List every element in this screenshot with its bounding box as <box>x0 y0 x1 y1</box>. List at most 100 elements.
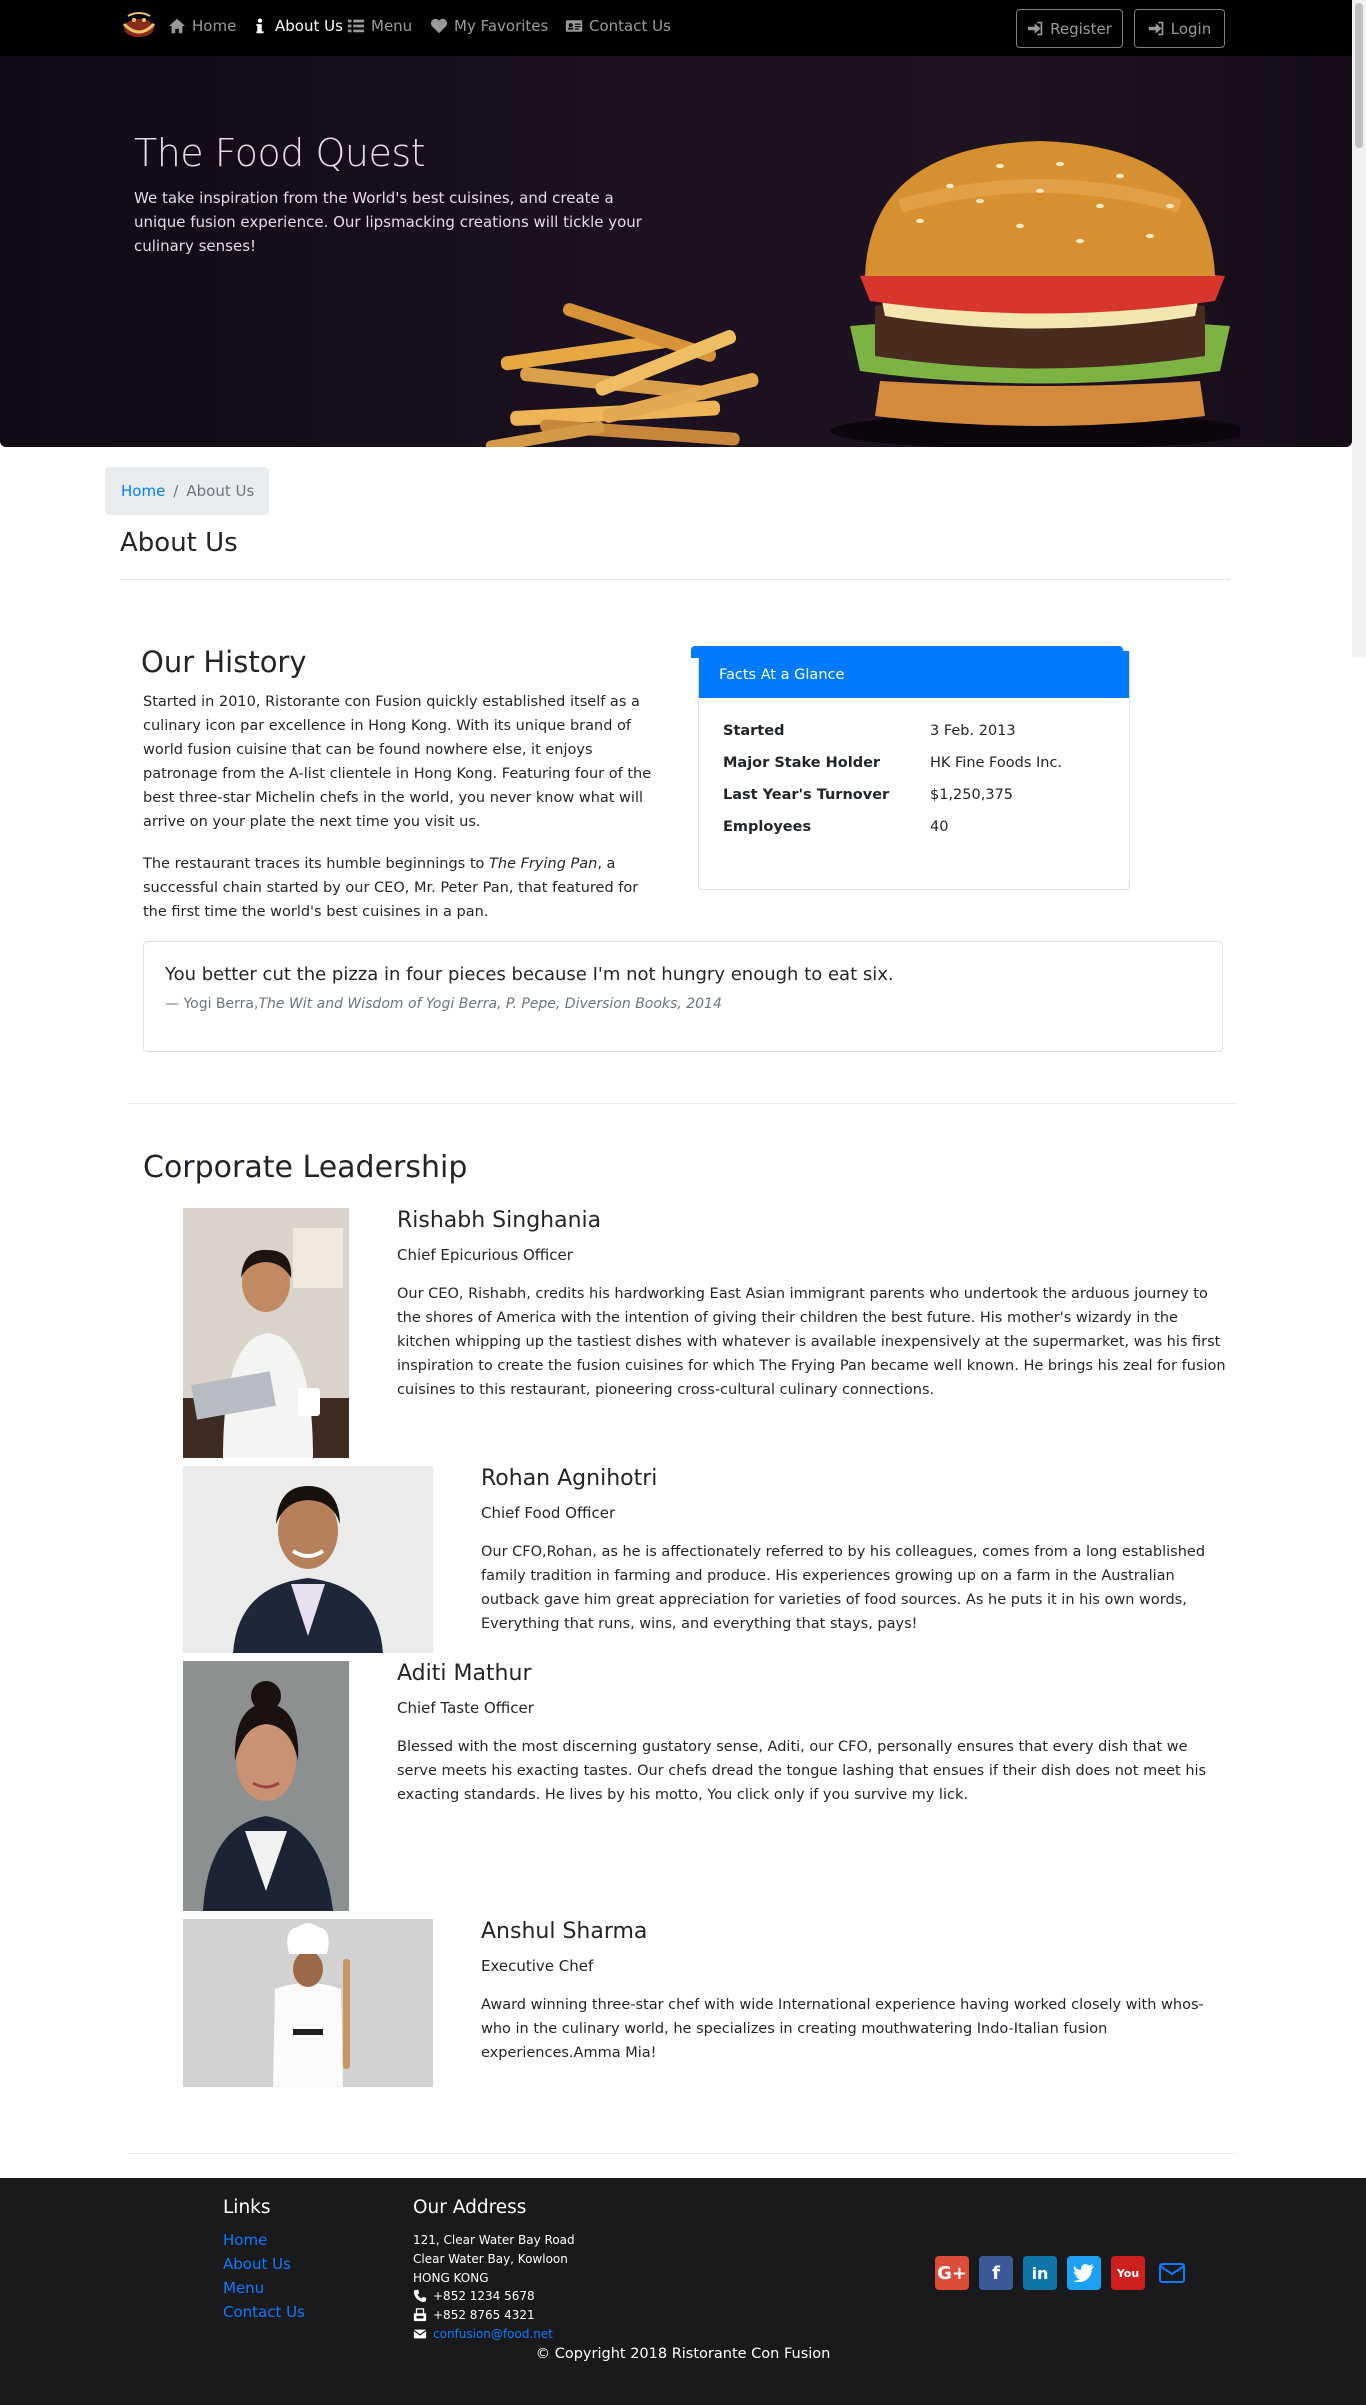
sign-in-icon <box>1027 21 1043 36</box>
footer-fax-number: +852 8765 4321 <box>433 2308 535 2322</box>
envelope-icon <box>413 2329 427 2339</box>
history-p2-italic: The Frying Pan <box>489 856 598 872</box>
home-icon <box>168 18 186 34</box>
jumbotron-title: The Food Quest <box>134 131 426 175</box>
burger-fries-image <box>485 141 1240 447</box>
info-icon <box>256 18 264 34</box>
footer-address-title: Our Address <box>413 2197 527 2218</box>
leader-photo <box>183 1466 433 1653</box>
address-line: HONG KONG <box>413 2271 489 2285</box>
address-card-icon <box>565 20 583 32</box>
address-line: Clear Water Bay, Kowloon <box>413 2252 568 2266</box>
leader-bio: Our CEO, Rishabh, credits his hardworkin… <box>397 1286 1226 1398</box>
register-label: Register <box>1050 19 1112 38</box>
quote-footer: — Yogi Berra,The Wit and Wisdom of Yogi … <box>165 996 722 1012</box>
history-title: Our History <box>141 645 307 679</box>
fact-label: Started <box>723 723 785 739</box>
footer-links-title: Links <box>223 2197 271 2218</box>
mail-glyph <box>1159 2263 1185 2283</box>
nav-favorites[interactable]: My Favorites <box>430 17 548 35</box>
nav-menu[interactable]: Menu <box>347 17 412 35</box>
nav-home-label: Home <box>192 17 237 35</box>
footer-link-menu[interactable]: Menu <box>223 2279 264 2297</box>
leader-bio: Blessed with the most discerning gustato… <box>397 1739 1207 1803</box>
address-line: 121, Clear Water Bay Road <box>413 2233 575 2247</box>
nav-contact[interactable]: Contact Us <box>565 17 671 35</box>
logo-icon[interactable] <box>120 10 158 40</box>
nav-about-label: About Us <box>275 17 343 35</box>
footer-phone: +852 1234 5678 <box>413 2289 535 2303</box>
footer-link-contact[interactable]: Contact Us <box>223 2303 305 2321</box>
quote-author: — Yogi Berra, <box>165 996 259 1012</box>
footer-email: confusion@food.net <box>413 2327 553 2341</box>
leader-photo <box>183 1661 349 1911</box>
fax-icon <box>413 2308 427 2322</box>
page-title: About Us <box>120 528 238 558</box>
quote-source: The Wit and Wisdom of Yogi Berra, P. Pep… <box>258 996 722 1012</box>
sign-in-icon <box>1148 21 1164 36</box>
navbar: Home About Us Menu My Favorites Contact … <box>0 0 1352 56</box>
jumbotron: The Food Quest We take inspiration from … <box>0 56 1352 447</box>
history-paragraph-1: Started in 2010, Ristorante con Fusion q… <box>143 694 652 830</box>
facts-card-header: Facts At a Glance <box>699 651 1129 698</box>
leader-photo <box>183 1919 433 2087</box>
footer-phone-number: +852 1234 5678 <box>433 2289 535 2303</box>
breadcrumb-home[interactable]: Home <box>121 482 165 500</box>
leader-photo-rishabh <box>183 1208 349 1458</box>
nav-about[interactable]: About Us <box>251 17 343 35</box>
scrollbar-thumb[interactable] <box>1355 3 1363 148</box>
facebook-icon[interactable]: f <box>979 2256 1013 2290</box>
twitter-bird-glyph <box>1073 2264 1094 2282</box>
breadcrumb-current: About Us <box>186 482 255 500</box>
breadcrumb-separator: / <box>173 482 179 500</box>
fact-value: 40 <box>930 819 949 835</box>
fact-value: $1,250,375 <box>930 787 1014 803</box>
breadcrumb: Home / About Us <box>105 467 269 515</box>
footer-link-about[interactable]: About Us <box>223 2255 291 2273</box>
leader-name: Rishabh Singhania <box>397 1208 602 1233</box>
scrollbar[interactable] <box>1352 0 1366 657</box>
leader-bio: Our CFO,Rohan, as he is affectionately r… <box>481 1544 1206 1632</box>
leader-bio: Award winning three-star chef with wide … <box>481 1997 1204 2061</box>
leader-name: Rohan Agnihotri <box>481 1466 658 1491</box>
list-icon <box>347 19 365 33</box>
linkedin-icon[interactable]: in <box>1023 2256 1057 2290</box>
twitter-icon[interactable] <box>1067 2256 1101 2290</box>
phone-icon <box>413 2289 427 2303</box>
leader-role: Chief Epicurious Officer <box>397 1246 573 1264</box>
footer-link-home[interactable]: Home <box>223 2231 267 2249</box>
quote-text: You better cut the pizza in four pieces … <box>165 964 894 985</box>
fries <box>485 303 759 447</box>
footer-email-link[interactable]: confusion@food.net <box>433 2327 553 2341</box>
fact-value: 3 Feb. 2013 <box>930 723 1016 739</box>
leader-name: Aditi Mathur <box>397 1661 532 1686</box>
leader-photo-anshul <box>183 1919 433 2087</box>
nav-contact-label: Contact Us <box>589 17 671 35</box>
heart-icon <box>430 18 448 34</box>
youtube-icon[interactable]: You <box>1111 2256 1145 2290</box>
leader-photo <box>183 1208 349 1458</box>
leader-role: Chief Taste Officer <box>397 1699 534 1717</box>
register-button[interactable]: Register <box>1016 9 1123 48</box>
nav-home[interactable]: Home <box>168 17 236 35</box>
google-plus-icon[interactable]: G+ <box>935 2256 969 2290</box>
login-button[interactable]: Login <box>1134 9 1225 48</box>
leader-role: Chief Food Officer <box>481 1504 616 1522</box>
leader-photo-aditi <box>183 1661 349 1911</box>
quote-card: You better cut the pizza in four pieces … <box>143 941 1223 1052</box>
nav-menu-label: Menu <box>371 17 413 35</box>
leader-role: Executive Chef <box>481 1957 594 1975</box>
leader-name: Anshul Sharma <box>481 1919 648 1944</box>
fact-label: Employees <box>723 819 812 835</box>
mail-icon[interactable] <box>1155 2256 1189 2290</box>
divider <box>128 2153 1238 2154</box>
burger <box>830 141 1240 447</box>
fact-value: HK Fine Foods Inc. <box>930 755 1063 771</box>
nav-favorites-label: My Favorites <box>454 17 549 35</box>
footer-fax: +852 8765 4321 <box>413 2308 535 2322</box>
facts-card: Facts At a Glance Started 3 Feb. 2013 Ma… <box>691 646 1130 890</box>
leadership-title: Corporate Leadership <box>143 1150 468 1185</box>
divider <box>120 579 1230 580</box>
leader-photo-rohan <box>183 1466 433 1653</box>
login-label: Login <box>1170 19 1212 38</box>
